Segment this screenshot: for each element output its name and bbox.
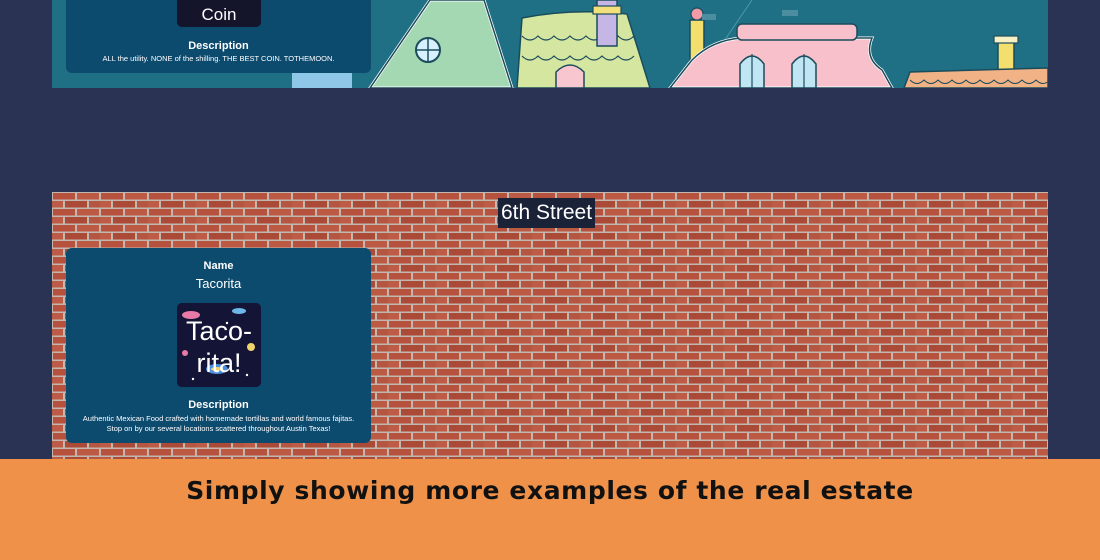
name-label: Name	[203, 260, 234, 272]
thumbnail-text-line2: rita!	[196, 348, 242, 378]
thumbnail-text-line1: Taco-	[185, 316, 253, 346]
coin-thumbnail: Coin	[177, 0, 261, 27]
property-panel-houses: Coin Description ALL the utility. NONE o…	[52, 0, 1048, 88]
property-card[interactable]: Name Tacorita Taco- rita! Description Au…	[66, 248, 371, 443]
caption-bar: Simply showing more examples of the real…	[0, 459, 1100, 560]
description-label: Description	[188, 40, 249, 52]
name-value: Tacorita	[195, 276, 242, 291]
description-label: Description	[188, 399, 249, 411]
tacorita-thumbnail: Taco- rita!	[177, 303, 261, 387]
property-panel-6th-street: 6th Street Name Tacorita Taco- rita! Des…	[52, 192, 1048, 460]
thumbnail-text: Taco- rita!	[177, 315, 261, 379]
property-card[interactable]: Coin Description ALL the utility. NONE o…	[66, 0, 371, 73]
description-text: ALL the utility. NONE of the shilling. T…	[102, 54, 335, 63]
street-title: 6th Street	[498, 198, 596, 228]
caption-text: Simply showing more examples of the real…	[186, 476, 914, 505]
thumbnail-text: Coin	[201, 5, 237, 24]
description-text: Authentic Mexican Food crafted with home…	[82, 414, 355, 433]
